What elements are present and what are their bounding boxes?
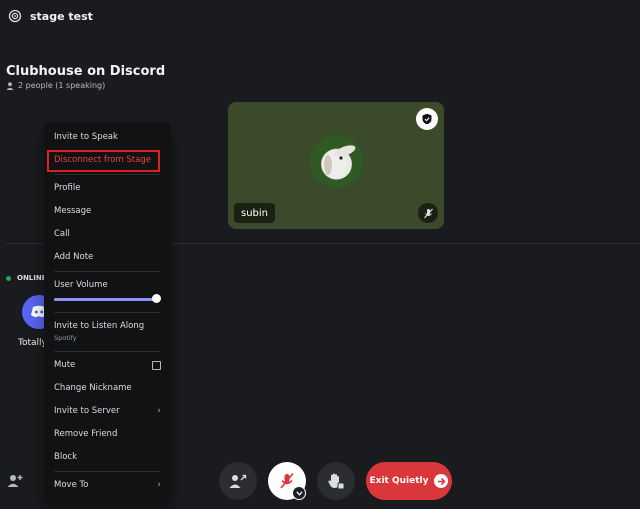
menu-item-label: User Volume [54,280,108,290]
chevron-down-icon[interactable] [292,486,306,500]
menu-item-label: Mute [54,360,76,370]
menu-separator [54,174,161,175]
menu-item-sublabel: Spotify [54,334,161,342]
people-count-label: 2 people (1 speaking) [18,81,106,90]
menu-item-label: Block [54,452,77,462]
moderator-shield-icon [416,108,438,130]
online-label-text: ONLINE [17,274,47,282]
volume-track [54,298,157,301]
move-to-audience-button[interactable] [219,462,257,500]
menu-separator [54,351,161,352]
menu-item-user-volume: User Volume [54,280,161,290]
online-section-label: ONLINE [6,274,47,282]
speaker-tile[interactable]: subin [228,102,444,229]
header: stage test [0,0,640,32]
spotify-sublabel: Spotify [54,334,77,342]
menu-item-label: Invite to Server [54,406,120,416]
exit-quietly-label: Exit Quietly [369,476,429,486]
mute-checkbox[interactable] [152,360,161,370]
menu-item-invite-to-listen-along[interactable]: Invite to Listen Along [54,321,161,331]
menu-item-block[interactable]: Block [54,452,161,462]
volume-knob[interactable] [152,294,161,303]
speaker-name-tag: subin [234,203,276,223]
exit-quietly-button[interactable]: Exit Quietly [366,462,452,500]
chevron-right-icon: › [157,406,161,416]
raise-hand-button[interactable] [317,462,355,500]
stage-channel-icon [8,9,22,23]
menu-item-label: Profile [54,183,81,193]
menu-item-label: Add Note [54,252,94,262]
people-count: 2 people (1 speaking) [6,81,105,90]
user-volume-slider[interactable] [54,294,161,303]
menu-item-add-note[interactable]: Add Note [54,252,161,262]
menu-item-invite-to-server[interactable]: Invite to Server › [54,406,161,416]
muted-mic-icon [418,203,438,223]
mute-toggle-button[interactable] [268,462,306,500]
menu-item-invite-to-speak[interactable]: Invite to Speak [54,132,161,142]
menu-item-label: Invite to Listen Along [54,321,145,331]
menu-item-call[interactable]: Call [54,229,161,239]
listener-name[interactable]: Totally [18,338,47,348]
user-context-menu: Invite to Speak Disconnect from Stage Pr… [44,122,171,502]
speaker-avatar [310,135,363,188]
menu-item-label: Message [54,206,92,216]
chevron-right-icon: › [157,480,161,490]
menu-item-label: Call [54,229,70,239]
menu-item-mute[interactable]: Mute [54,360,161,370]
channel-title: stage test [30,9,93,23]
menu-item-remove-friend[interactable]: Remove Friend [54,429,161,439]
stage-topic: Clubhouse on Discord [6,64,166,79]
menu-item-label: Remove Friend [54,429,118,439]
menu-separator [54,312,161,313]
menu-item-label: Change Nickname [54,383,132,393]
person-icon [6,81,14,90]
online-status-dot [6,275,11,281]
menu-separator [54,271,161,272]
menu-item-profile[interactable]: Profile [54,183,161,193]
highlight-annotation-box [47,150,160,172]
menu-item-message[interactable]: Message [54,206,161,216]
menu-separator [54,471,161,472]
menu-item-move-to[interactable]: Move To › [54,480,161,490]
menu-item-change-nickname[interactable]: Change Nickname [54,383,161,393]
invite-user-icon[interactable] [7,473,23,489]
menu-item-label: Move To [54,480,89,490]
menu-item-label: Invite to Speak [54,132,118,142]
exit-arrow-icon [434,474,449,488]
